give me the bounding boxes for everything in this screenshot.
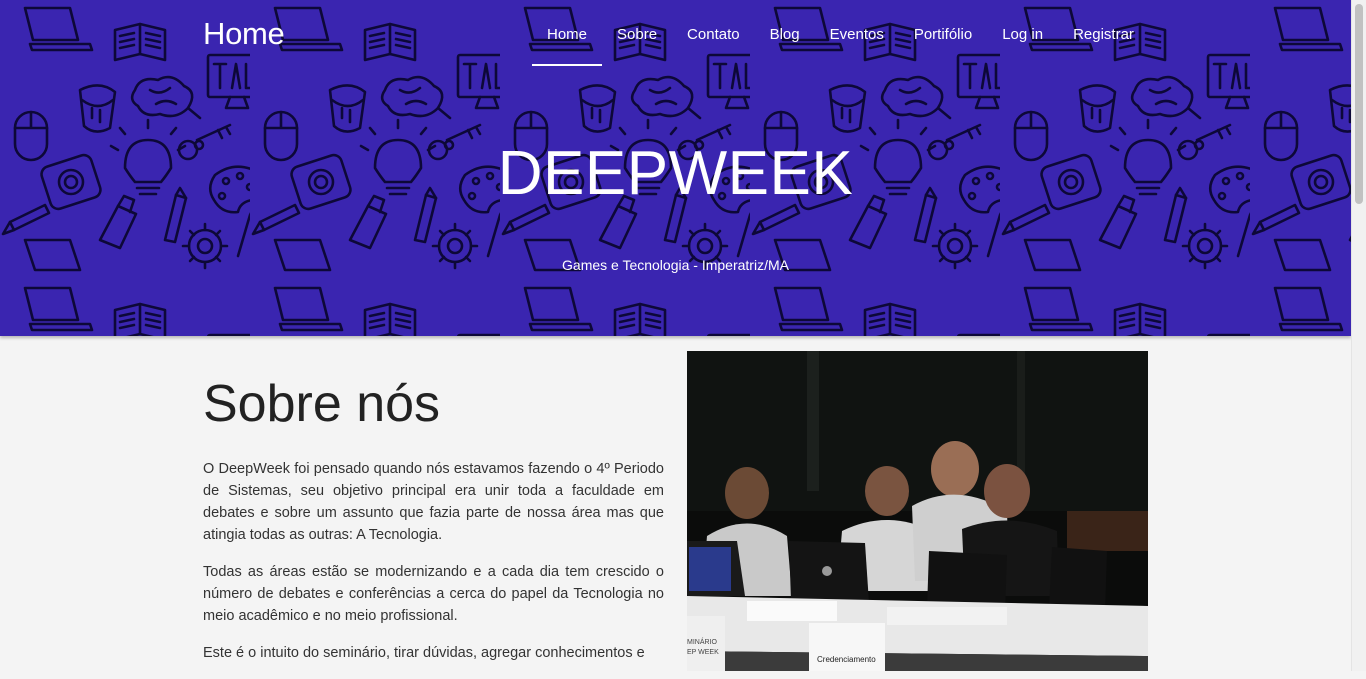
brand-home-link[interactable]: Home: [203, 16, 285, 52]
about-heading: Sobre nós: [203, 375, 441, 433]
about-paragraph-3: Este é o intuito do seminário, tirar dúv…: [203, 645, 645, 661]
about-paragraph-1: O DeepWeek foi pensado quando nós estava…: [203, 461, 664, 543]
event-photo-illustration: Credenciamento MINÁRIO EP WEEK: [687, 351, 1148, 671]
scrollbar-thumb[interactable]: [1355, 4, 1363, 204]
sign-credenciamento: Credenciamento: [817, 655, 876, 664]
hero-title: DEEPWEEK: [497, 139, 854, 208]
nav-link-portifolio[interactable]: Portifólio: [899, 0, 987, 66]
nav-link-blog[interactable]: Blog: [755, 0, 815, 66]
hero-banner: Home Home Sobre Contato Blog Eventos Por…: [0, 0, 1351, 336]
event-photo: Credenciamento MINÁRIO EP WEEK: [687, 351, 1148, 671]
sign-deep-week: EP WEEK: [687, 649, 719, 656]
nav-link-login[interactable]: Log in: [987, 0, 1058, 66]
nav-link-sobre[interactable]: Sobre: [602, 0, 672, 66]
hero-subtitle: Games e Tecnologia - Imperatriz/MA: [562, 257, 789, 273]
nav-link-home[interactable]: Home: [532, 0, 603, 66]
nav-link-eventos[interactable]: Eventos: [815, 0, 899, 66]
about-text: O DeepWeek foi pensado quando nós estava…: [203, 458, 664, 679]
sign-seminario: MINÁRIO: [687, 637, 718, 646]
page-scrollbar[interactable]: [1351, 0, 1366, 671]
nav-link-contato[interactable]: Contato: [672, 0, 755, 66]
main-navigation: Home Sobre Contato Blog Eventos Portifól…: [532, 0, 1149, 66]
about-paragraph-2: Todas as áreas estão se modernizando e a…: [203, 564, 664, 624]
nav-link-registrar[interactable]: Registrar: [1058, 0, 1149, 66]
